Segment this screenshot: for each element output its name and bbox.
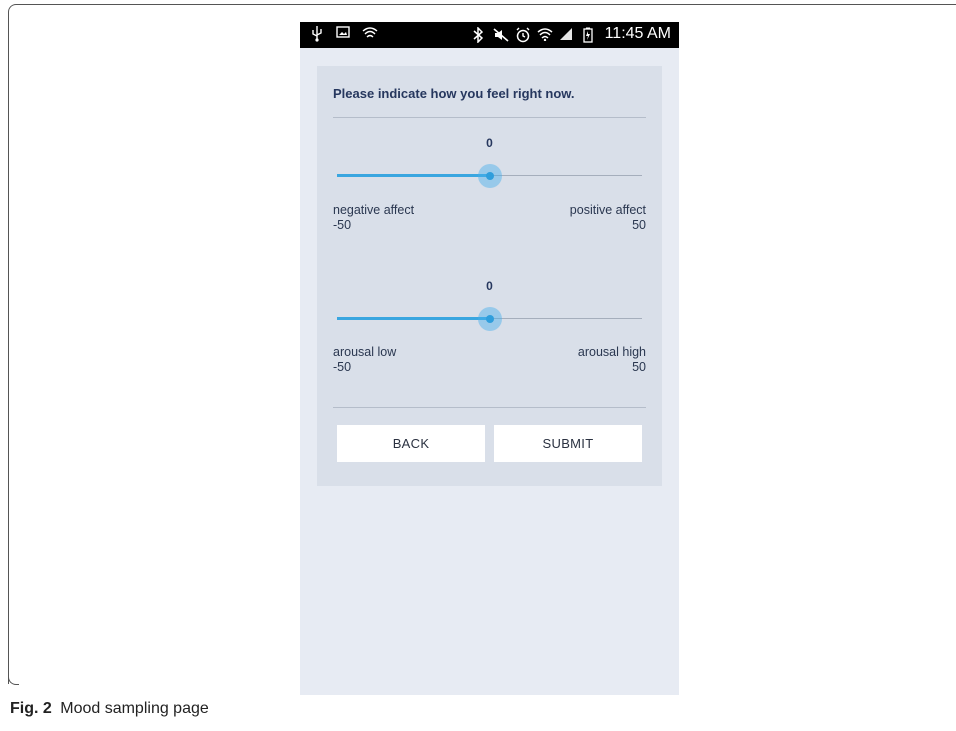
figure-caption-text: Mood sampling page: [60, 700, 209, 717]
arousal-high-label: arousal high: [577, 345, 646, 359]
form-title: Please indicate how you feel right now.: [333, 86, 575, 101]
affect-min-labels: negative affect -50: [333, 203, 414, 233]
positive-affect-max: 50: [632, 218, 646, 232]
arousal-low-label: arousal low: [333, 345, 397, 359]
negative-affect-label: negative affect: [333, 203, 415, 217]
arousal-low-min: -50: [333, 360, 352, 374]
top-divider: [333, 117, 646, 118]
affect-slider[interactable]: [337, 164, 642, 188]
image-icon: [336, 26, 350, 40]
arousal-slider-thumb[interactable]: [477, 307, 502, 331]
arousal-slider-block: 0 arousal low -50 arousal high 50: [333, 279, 646, 379]
wifi-icon: [537, 27, 553, 42]
arousal-high-max: 50: [632, 360, 646, 374]
usb-icon: [310, 26, 324, 42]
bottom-divider: [333, 407, 646, 408]
bluetooth-icon: [471, 26, 485, 44]
submit-button[interactable]: SUBMIT: [494, 425, 642, 462]
battery-icon: [581, 27, 595, 43]
affect-slider-fill: [337, 174, 490, 177]
phone-screen: 11:45 AM Please indicate how you feel ri…: [300, 22, 679, 695]
status-bar: 11:45 AM: [300, 22, 679, 48]
affect-slider-block: 0 negative affect -50 positive affect 50: [333, 136, 646, 236]
affect-value: 0: [486, 136, 493, 150]
mute-icon: [493, 27, 509, 42]
alarm-icon: [515, 27, 530, 43]
arousal-slider-fill: [337, 317, 490, 320]
arousal-slider[interactable]: [337, 307, 642, 331]
figure-frame-corner: [8, 640, 19, 685]
arousal-value: 0: [486, 279, 493, 293]
negative-affect-min: -50: [333, 218, 352, 232]
affect-slider-thumb[interactable]: [477, 164, 502, 188]
back-button[interactable]: BACK: [337, 425, 485, 462]
mood-form-card: Please indicate how you feel right now. …: [317, 66, 662, 486]
status-time: 11:45 AM: [604, 25, 671, 42]
figure-label: Fig. 2: [10, 700, 52, 717]
positive-affect-label: positive affect: [569, 203, 646, 217]
arousal-max-labels: arousal high 50: [578, 345, 646, 375]
affect-max-labels: positive affect 50: [570, 203, 646, 233]
signal-icon: [559, 27, 573, 41]
figure-caption: Fig. 2 Mood sampling page: [10, 700, 209, 718]
wifi-hotspot-icon: [362, 26, 378, 40]
arousal-min-labels: arousal low -50: [333, 345, 396, 375]
